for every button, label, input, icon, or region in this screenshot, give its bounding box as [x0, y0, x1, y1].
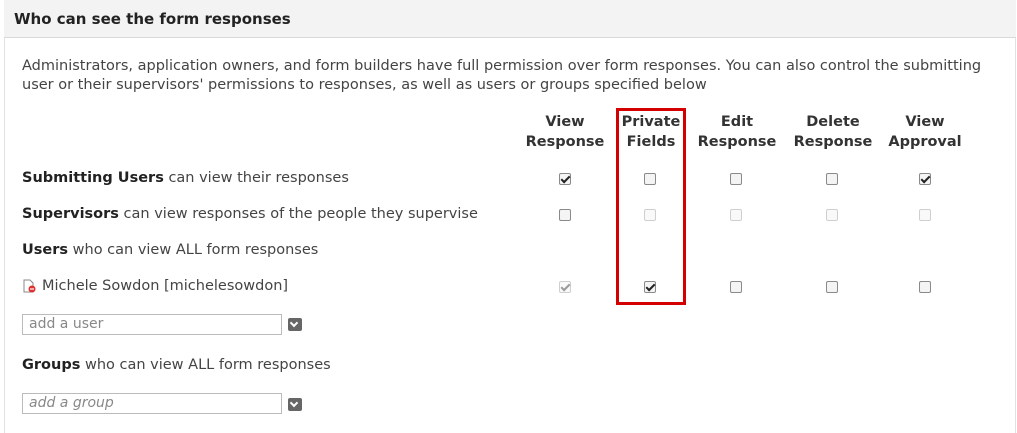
column-header-view-approval: View Approval [875, 112, 975, 152]
row-label-users-heading: Users who can view ALL form responses [22, 242, 318, 258]
checkbox-supervisors-view-approval [919, 209, 931, 221]
checkbox-user-michele-edit-response[interactable] [730, 281, 742, 293]
row-label-bold: Users [22, 242, 69, 258]
private-fields-highlight [616, 108, 686, 305]
remove-user-icon[interactable] [22, 279, 36, 293]
row-label-text: who can view ALL form responses [84, 357, 331, 373]
checkbox-user-michele-view-approval[interactable] [919, 281, 931, 293]
column-header-line: Response [525, 134, 605, 150]
user-name: Michele Sowdon [michelesowdon] [42, 278, 289, 294]
chevron-down-icon[interactable] [288, 398, 302, 411]
intro-text: Administrators, application owners, and … [22, 58, 982, 93]
row-label-text: can view responses of the people they su… [123, 206, 478, 222]
add-user-input[interactable]: add a user [22, 314, 282, 335]
column-header-line: Delete [806, 114, 860, 130]
column-header-edit-response: Edit Response [687, 112, 787, 152]
add-group-input[interactable]: add a group [22, 393, 282, 414]
checkbox-user-michele-view-response [559, 281, 571, 293]
column-header-line: Approval [888, 134, 962, 150]
checkbox-submitting-users-view-response[interactable] [559, 173, 571, 185]
row-label-bold: Groups [22, 357, 81, 373]
column-header-view-response: View Response [515, 112, 615, 152]
row-label-text: can view their responses [168, 170, 349, 186]
row-label-supervisors: Supervisors can view responses of the pe… [22, 206, 478, 222]
column-header-delete-response: Delete Response [783, 112, 883, 152]
chevron-down-icon[interactable] [288, 318, 302, 331]
checkbox-submitting-users-edit-response[interactable] [730, 173, 742, 185]
checkbox-supervisors-view-response[interactable] [559, 209, 571, 221]
row-label-groups-heading: Groups who can view ALL form responses [22, 357, 331, 373]
checkbox-supervisors-edit-response [730, 209, 742, 221]
column-header-line: Response [697, 134, 777, 150]
checkbox-supervisors-delete-response [826, 209, 838, 221]
column-header-line: Response [793, 134, 873, 150]
column-header-line: View [905, 114, 945, 130]
checkbox-user-michele-delete-response[interactable] [826, 281, 838, 293]
section-header: Who can see the form responses [4, 0, 1016, 38]
checkbox-submitting-users-view-approval[interactable] [919, 173, 931, 185]
column-header-line: Edit [720, 114, 754, 130]
column-header-line: View [545, 114, 585, 130]
checkbox-submitting-users-delete-response[interactable] [826, 173, 838, 185]
row-label-text: who can view ALL form responses [72, 242, 319, 258]
row-label-submitting-users: Submitting Users can view their response… [22, 170, 349, 186]
row-label-bold: Submitting Users [22, 170, 164, 186]
section-title: Who can see the form responses [14, 10, 291, 28]
row-label-bold: Supervisors [22, 206, 119, 222]
